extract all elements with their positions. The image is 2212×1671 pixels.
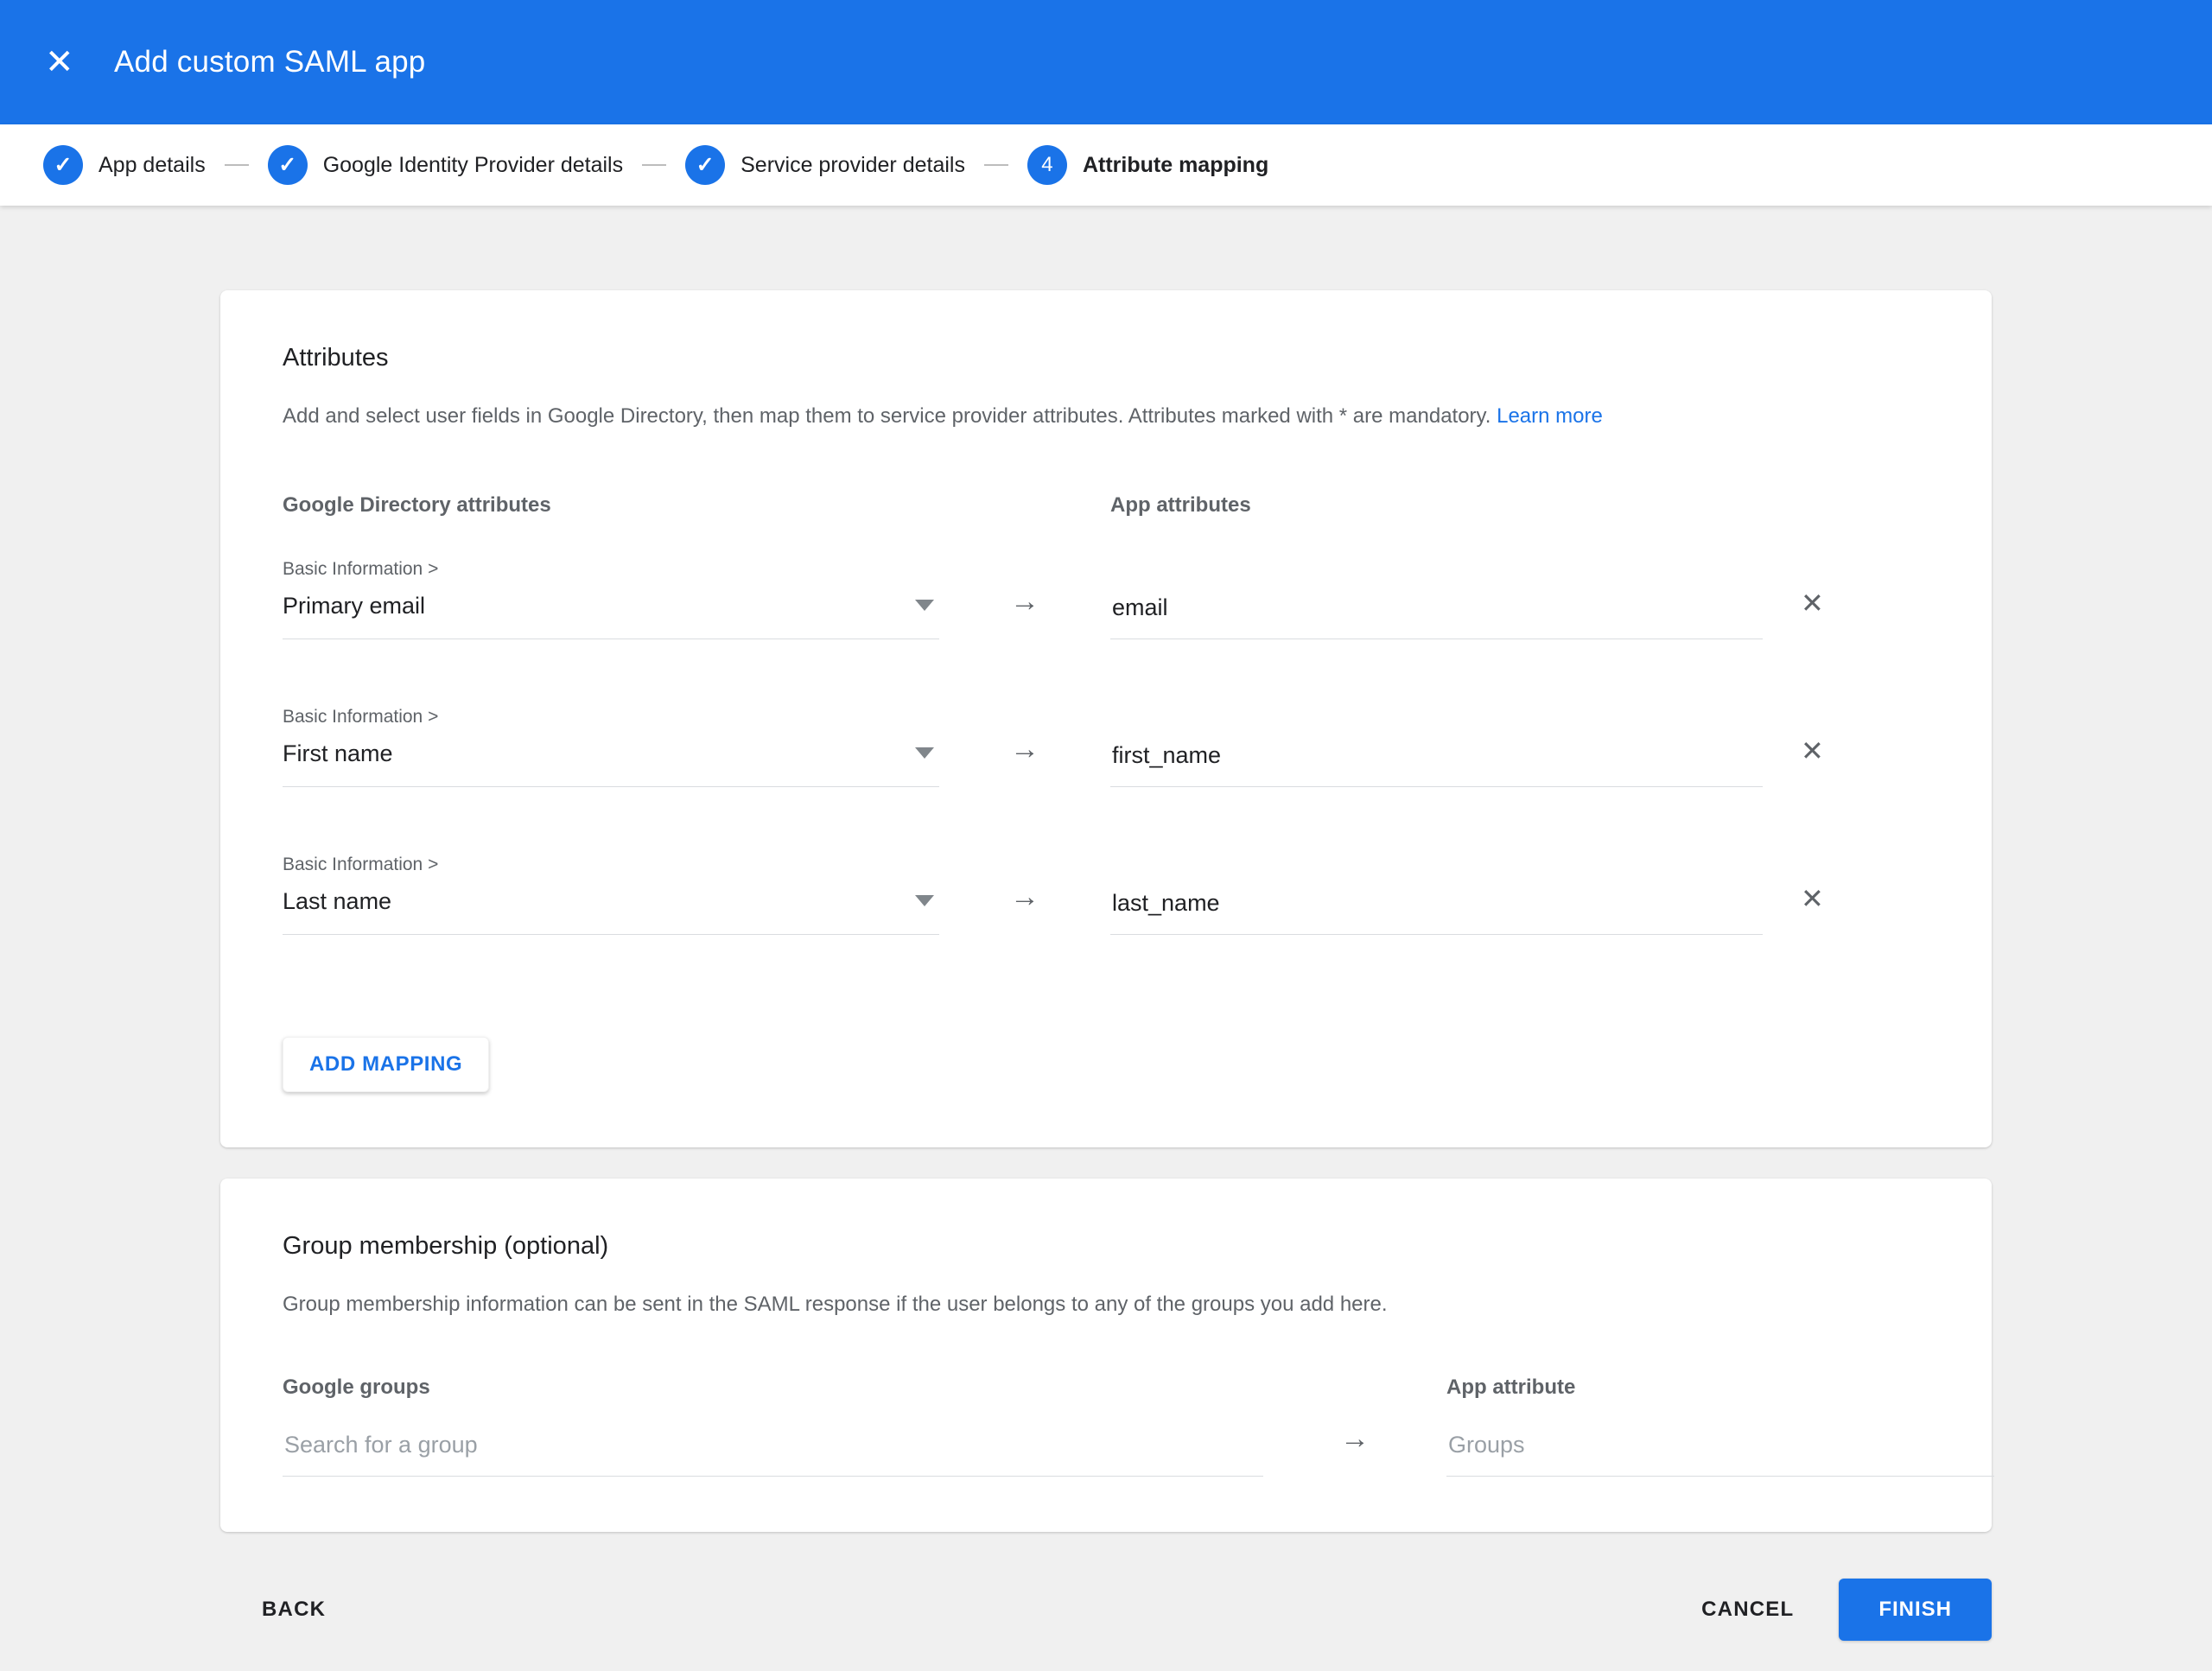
group-search-cell — [283, 1432, 1263, 1477]
step-label-service-provider-details: Service provider details — [741, 152, 965, 177]
attributes-column-headers: Google Directory attributes App attribut… — [283, 493, 1929, 518]
delete-mapping-icon[interactable]: ✕ — [1801, 589, 1824, 617]
select-value: First name — [283, 740, 393, 766]
dialog-footer: BACK CANCEL FINISH — [220, 1579, 1992, 1642]
step-complete-check-icon: ✓ — [43, 145, 83, 185]
select-value: Primary email — [283, 592, 426, 619]
group-search-input[interactable] — [283, 1432, 1263, 1477]
google-directory-attributes-header: Google Directory attributes — [283, 492, 551, 517]
step-label-app-details: App details — [99, 152, 206, 177]
attributes-description-text: Add and select user fields in Google Dir… — [283, 404, 1491, 428]
check-icon: ✓ — [54, 153, 73, 177]
arrow-right-icon: → — [1340, 1422, 1370, 1456]
delete-cell: ✕ — [1763, 885, 1929, 935]
mapping-row: Basic Information > First name → ✕ — [283, 705, 1929, 787]
footer-actions: CANCEL FINISH — [1681, 1579, 1992, 1642]
cancel-button[interactable]: CANCEL — [1681, 1582, 1815, 1637]
group-membership-title: Group membership (optional) — [283, 1231, 609, 1260]
back-button[interactable]: BACK — [241, 1582, 346, 1637]
arrow-right-icon: → — [1010, 732, 1039, 766]
step-number-badge: 4 — [1027, 145, 1067, 185]
finish-button[interactable]: FINISH — [1839, 1579, 1992, 1642]
app-attribute-input[interactable] — [1110, 594, 1763, 639]
add-mapping-button[interactable]: ADD MAPPING — [283, 1036, 490, 1092]
step-separator — [983, 164, 1008, 166]
directory-attribute-select[interactable]: Basic Information > First name — [283, 705, 939, 787]
group-app-attribute-cell — [1446, 1432, 1994, 1477]
step-complete-check-icon: ✓ — [267, 145, 308, 185]
step-complete-check-icon: ✓ — [685, 145, 726, 185]
select-category-label: Basic Information > — [283, 854, 439, 874]
dropdown-caret-icon — [915, 600, 934, 612]
delete-mapping-icon[interactable]: ✕ — [1801, 885, 1824, 912]
check-icon: ✓ — [278, 153, 297, 177]
mapping-arrow-cell: → — [939, 733, 1110, 787]
attributes-card: Attributes Add and select user fields in… — [220, 290, 1992, 1147]
step-app-details[interactable]: ✓ App details — [43, 145, 206, 185]
close-icon[interactable]: ✕ — [45, 45, 93, 79]
group-membership-description: Group membership information can be sent… — [283, 1292, 1388, 1316]
group-arrow-cell: → — [1263, 1422, 1446, 1477]
mapping-row: Basic Information > Primary email → ✕ — [283, 557, 1929, 639]
check-icon: ✓ — [696, 153, 715, 177]
step-attribute-mapping[interactable]: 4 Attribute mapping — [1027, 145, 1268, 185]
app-attribute-input[interactable] — [1110, 741, 1763, 787]
attributes-card-title: Attributes — [283, 344, 389, 372]
mapping-arrow-cell: → — [939, 585, 1110, 639]
group-app-attribute-input[interactable] — [1446, 1432, 1994, 1477]
delete-cell: ✕ — [1763, 589, 1929, 639]
app-attribute-input[interactable] — [1110, 889, 1763, 935]
group-membership-card: Group membership (optional) Group member… — [220, 1178, 1994, 1533]
select-value: Last name — [283, 887, 392, 914]
arrow-right-icon: → — [1010, 880, 1039, 913]
dropdown-caret-icon — [915, 895, 934, 907]
dialog-title: Add custom SAML app — [114, 45, 426, 79]
select-category-label: Basic Information > — [283, 706, 439, 727]
learn-more-link[interactable]: Learn more — [1497, 404, 1603, 428]
select-category-label: Basic Information > — [283, 558, 439, 579]
dialog-header: ✕ Add custom SAML app — [0, 0, 2212, 124]
stepper: ✓ App details ✓ Google Identity Provider… — [0, 124, 2212, 206]
app-attribute-cell — [1110, 889, 1763, 935]
delete-cell: ✕ — [1763, 737, 1929, 787]
step-label-attribute-mapping: Attribute mapping — [1082, 152, 1269, 177]
app-attribute-header: App attribute — [1446, 1376, 1576, 1400]
directory-attribute-select[interactable]: Basic Information > Primary email — [283, 557, 939, 639]
mapping-row: Basic Information > Last name → ✕ — [283, 853, 1929, 935]
step-separator — [642, 164, 667, 166]
step-label-google-idp-details: Google Identity Provider details — [322, 152, 624, 177]
dropdown-caret-icon — [915, 747, 934, 759]
attributes-card-description: Add and select user fields in Google Dir… — [283, 402, 1929, 431]
step-separator — [224, 164, 249, 166]
step-google-idp-details[interactable]: ✓ Google Identity Provider details — [267, 145, 624, 185]
app-attribute-cell — [1110, 594, 1763, 639]
arrow-right-icon: → — [1010, 584, 1039, 618]
group-column-headers: Google groups App attribute — [283, 1376, 1929, 1400]
app-attribute-cell — [1110, 741, 1763, 787]
mapping-arrow-cell: → — [939, 880, 1110, 935]
group-mapping-row: → — [283, 1422, 1994, 1477]
app-attributes-header: App attributes — [1110, 492, 1251, 517]
step-number: 4 — [1041, 153, 1053, 176]
delete-mapping-icon[interactable]: ✕ — [1801, 737, 1824, 765]
step-service-provider-details[interactable]: ✓ Service provider details — [685, 145, 965, 185]
google-groups-header: Google groups — [283, 1376, 430, 1400]
directory-attribute-select[interactable]: Basic Information > Last name — [283, 853, 939, 935]
main-content: Attributes Add and select user fields in… — [0, 206, 2212, 1642]
